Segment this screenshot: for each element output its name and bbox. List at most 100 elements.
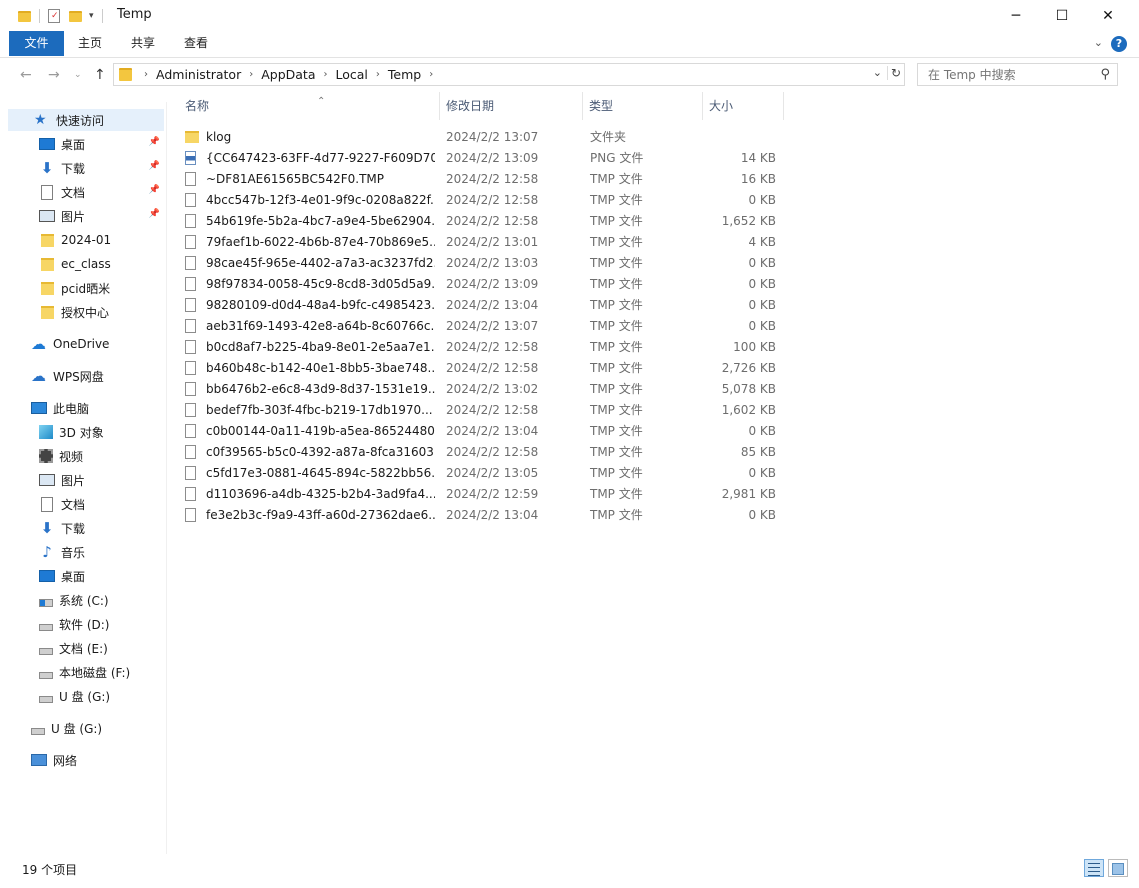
sidebar-item[interactable]: 授权中心	[8, 301, 164, 323]
breadcrumb-local[interactable]: Local	[336, 67, 368, 82]
file-name-cell[interactable]: 98280109-d0d4-48a4-b9fc-c4985423...	[185, 297, 435, 312]
search-icon[interactable]: ⚲	[1100, 67, 1110, 82]
file-row[interactable]: c0b00144-0a11-419b-a5ea-86524480... 2024/…	[167, 420, 787, 441]
address-dropdown-icon[interactable]: ⌄	[873, 66, 882, 79]
file-name-cell[interactable]: aeb31f69-1493-42e8-a64b-8c60766c...	[185, 318, 435, 333]
file-name-cell[interactable]: 79faef1b-6022-4b6b-87e4-70b869e5...	[185, 234, 435, 249]
properties-icon[interactable]: ✓	[48, 9, 60, 23]
sidebar-item-wps[interactable]: ☁ WPS网盘	[8, 365, 164, 387]
expand-ribbon-icon[interactable]: ⌄	[1094, 36, 1103, 49]
customize-toolbar-icon[interactable]: ▾	[89, 11, 94, 21]
file-row[interactable]: 98cae45f-965e-4402-a7a3-ac3237fd2... 2024…	[167, 252, 787, 273]
maximize-button[interactable]: ☐	[1039, 0, 1085, 31]
file-row[interactable]: fe3e2b3c-f9a9-43ff-a60d-27362dae6... 2024…	[167, 504, 787, 525]
close-button[interactable]: ✕	[1085, 0, 1131, 31]
sidebar-item[interactable]: 文档	[8, 493, 164, 515]
file-row[interactable]: b460b48c-b142-40e1-8bb5-3bae748... 2024/2…	[167, 357, 787, 378]
breadcrumb-appdata[interactable]: AppData	[261, 67, 315, 82]
file-name-cell[interactable]: 98cae45f-965e-4402-a7a3-ac3237fd2...	[185, 255, 435, 270]
file-row[interactable]: 4bcc547b-12f3-4e01-9f9c-0208a822f... 2024…	[167, 189, 787, 210]
help-button[interactable]: ?	[1111, 36, 1127, 52]
up-button[interactable]: ↑	[94, 67, 106, 83]
breadcrumb-temp[interactable]: Temp	[388, 67, 421, 82]
file-row[interactable]: 79faef1b-6022-4b6b-87e4-70b869e5... 2024/…	[167, 231, 787, 252]
file-name-cell[interactable]: b0cd8af7-b225-4ba9-8e01-2e5aa7e1...	[185, 339, 435, 354]
file-row[interactable]: b0cd8af7-b225-4ba9-8e01-2e5aa7e1... 2024/…	[167, 336, 787, 357]
file-name-cell[interactable]: 54b619fe-5b2a-4bc7-a9e4-5be62904...	[185, 213, 435, 228]
column-header-name[interactable]: 名称 ⌃	[179, 92, 440, 120]
chevron-right-icon[interactable]: ›	[324, 69, 328, 80]
tab-file[interactable]: 文件	[9, 31, 64, 56]
file-row[interactable]: 98f97834-0058-45c9-8cd8-3d05d5a9... 2024/…	[167, 273, 787, 294]
pin-icon[interactable]: 📌	[149, 209, 160, 219]
sidebar-item[interactable]: 3D 对象	[8, 421, 164, 443]
forward-button[interactable]: →	[48, 67, 60, 83]
file-row[interactable]: bb6476b2-e6c8-43d9-8d37-1531e19... 2024/2…	[167, 378, 787, 399]
chevron-right-icon[interactable]: ›	[429, 69, 433, 80]
file-row[interactable]: bedef7fb-303f-4fbc-b219-17db1970... 2024/…	[167, 399, 787, 420]
sidebar-item[interactable]: 图片 📌	[8, 205, 164, 227]
sidebar-item[interactable]: ec_class	[8, 253, 164, 275]
folder-icon[interactable]	[18, 10, 31, 22]
sidebar-item[interactable]: pcid晒米	[8, 277, 164, 299]
sidebar-item[interactable]: 视频	[8, 445, 164, 467]
file-row[interactable]: {CC647423-63FF-4d77-9227-F609D70... 2024/…	[167, 147, 787, 168]
sidebar-item[interactable]: 文档 📌	[8, 181, 164, 203]
sidebar-item-this-pc[interactable]: 此电脑	[8, 397, 164, 419]
sidebar-item[interactable]: 2024-01	[8, 229, 164, 251]
sidebar-item[interactable]: ⬇ 下载	[8, 517, 164, 539]
file-name-cell[interactable]: c0f39565-b5c0-4392-a87a-8fca31603...	[185, 444, 435, 459]
file-name-cell[interactable]: bb6476b2-e6c8-43d9-8d37-1531e19...	[185, 381, 435, 396]
back-button[interactable]: ←	[20, 67, 32, 83]
pin-icon[interactable]: 📌	[149, 161, 160, 171]
search-input[interactable]	[926, 64, 1100, 86]
sidebar-item[interactable]: 软件 (D:)	[8, 613, 164, 635]
sidebar-item[interactable]: 桌面	[8, 565, 164, 587]
sidebar-item[interactable]: 图片	[8, 469, 164, 491]
address-bar[interactable]: › Administrator › AppData › Local › Temp…	[113, 63, 905, 86]
details-view-button[interactable]	[1084, 859, 1104, 877]
file-name-cell[interactable]: c5fd17e3-0881-4645-894c-5822bb56...	[185, 465, 435, 480]
tab-view[interactable]: 查看	[174, 31, 218, 56]
sidebar-item[interactable]: 本地磁盘 (F:)	[8, 661, 164, 683]
file-row[interactable]: 54b619fe-5b2a-4bc7-a9e4-5be62904... 2024/…	[167, 210, 787, 231]
tab-home[interactable]: 主页	[68, 31, 112, 56]
chevron-right-icon[interactable]: ›	[376, 69, 380, 80]
file-name-cell[interactable]: ~DF81AE61565BC542F0.TMP	[185, 171, 435, 186]
new-folder-icon[interactable]	[69, 10, 82, 22]
sidebar-item[interactable]: U 盘 (G:)	[8, 685, 164, 707]
file-row[interactable]: ~DF81AE61565BC542F0.TMP 2024/2/2 12:58 TMP…	[167, 168, 787, 189]
sidebar-item[interactable]: 桌面 📌	[8, 133, 164, 155]
sidebar-item[interactable]: 文档 (E:)	[8, 637, 164, 659]
tab-share[interactable]: 共享	[121, 31, 165, 56]
file-row[interactable]: 98280109-d0d4-48a4-b9fc-c4985423... 2024/…	[167, 294, 787, 315]
sidebar-item[interactable]: ♪ 音乐	[8, 541, 164, 563]
file-name-cell[interactable]: {CC647423-63FF-4d77-9227-F609D70...	[185, 150, 435, 165]
file-name-cell[interactable]: b460b48c-b142-40e1-8bb5-3bae748...	[185, 360, 435, 375]
sidebar-item[interactable]: ⬇ 下载 📌	[8, 157, 164, 179]
large-icons-view-button[interactable]	[1108, 859, 1128, 877]
file-row[interactable]: d1103696-a4db-4325-b2b4-3ad9fa4... 2024/2…	[167, 483, 787, 504]
file-name-cell[interactable]: fe3e2b3c-f9a9-43ff-a60d-27362dae6...	[185, 507, 435, 522]
file-name-cell[interactable]: c0b00144-0a11-419b-a5ea-86524480...	[185, 423, 435, 438]
pin-icon[interactable]: 📌	[149, 137, 160, 147]
sidebar-item-network[interactable]: 网络	[8, 749, 164, 771]
sidebar-item-usb[interactable]: U 盘 (G:)	[8, 717, 164, 739]
pin-icon[interactable]: 📌	[149, 185, 160, 195]
sidebar-item-quick-access[interactable]: ★ 快速访问	[8, 109, 164, 131]
file-name-cell[interactable]: 98f97834-0058-45c9-8cd8-3d05d5a9...	[185, 276, 435, 291]
file-name-cell[interactable]: d1103696-a4db-4325-b2b4-3ad9fa4...	[185, 486, 435, 501]
refresh-icon[interactable]: ↻	[886, 66, 901, 80]
file-name-cell[interactable]: bedef7fb-303f-4fbc-b219-17db1970...	[185, 402, 435, 417]
breadcrumb-administrator[interactable]: Administrator	[156, 67, 241, 82]
column-header-size[interactable]: 大小	[703, 92, 784, 120]
minimize-button[interactable]: ─	[993, 0, 1039, 31]
column-header-type[interactable]: 类型	[583, 92, 703, 120]
file-row[interactable]: c5fd17e3-0881-4645-894c-5822bb56... 2024/…	[167, 462, 787, 483]
file-row[interactable]: c0f39565-b5c0-4392-a87a-8fca31603... 2024…	[167, 441, 787, 462]
sidebar-item[interactable]: 系统 (C:)	[8, 589, 164, 611]
sidebar-item-onedrive[interactable]: ☁ OneDrive	[8, 333, 164, 355]
file-name-cell[interactable]: 4bcc547b-12f3-4e01-9f9c-0208a822f...	[185, 192, 435, 207]
chevron-right-icon[interactable]: ›	[249, 69, 253, 80]
file-name-cell[interactable]: klog	[185, 130, 435, 144]
